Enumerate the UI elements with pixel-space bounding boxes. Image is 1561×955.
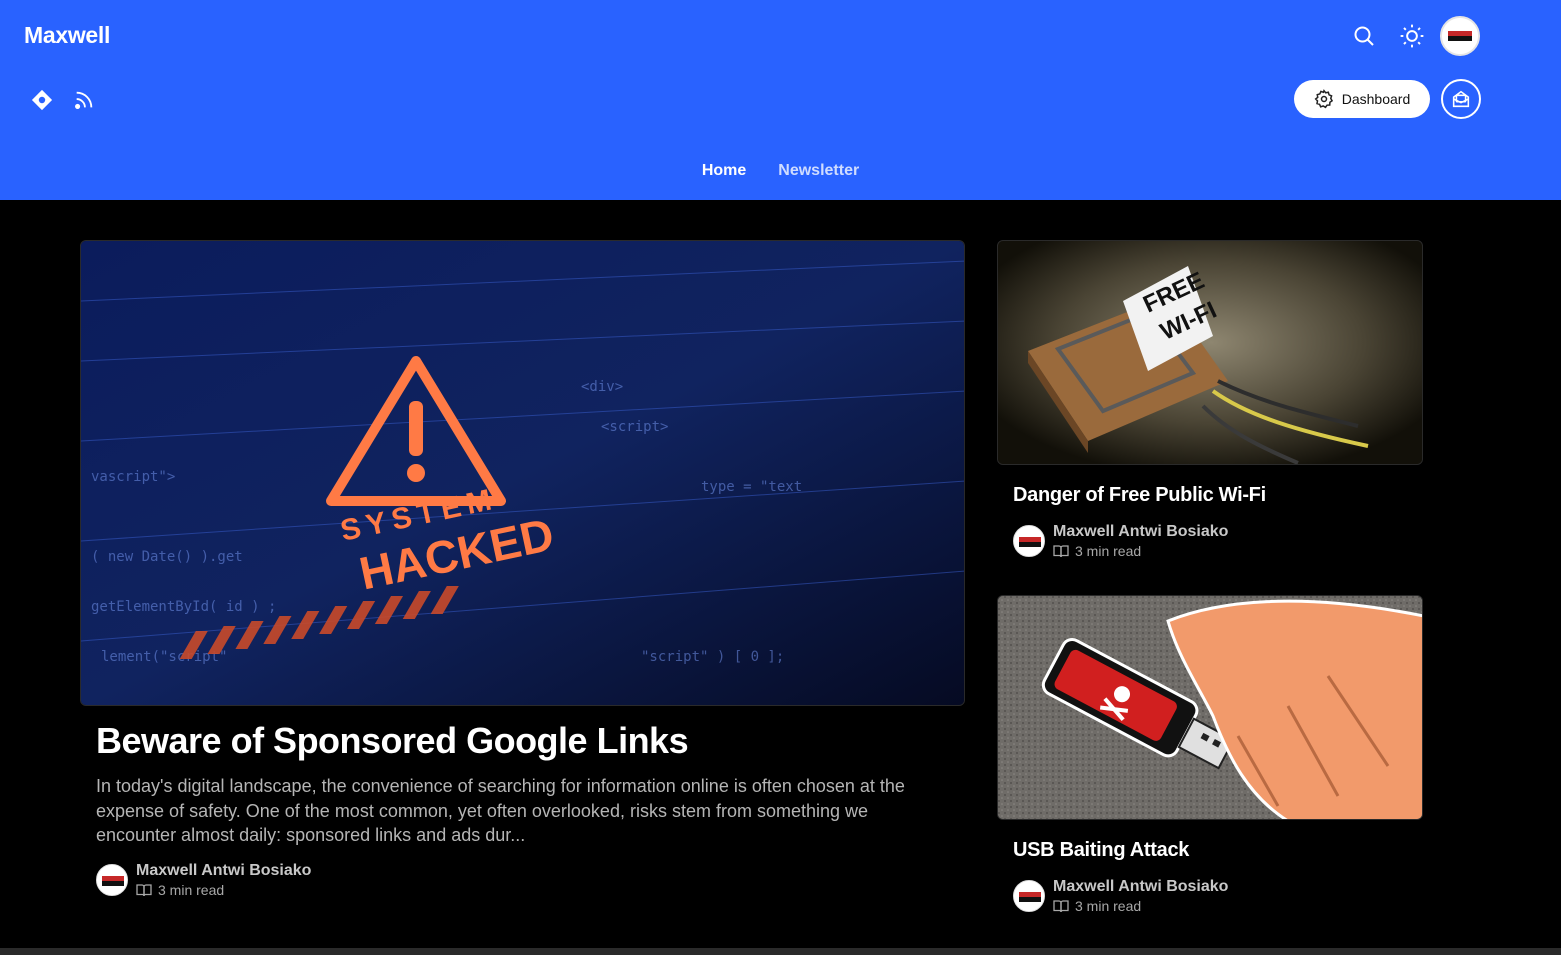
svg-text:type = "text: type = "text <box>701 479 802 495</box>
author-avatar[interactable] <box>1013 525 1045 557</box>
read-time-label: 3 min read <box>1075 898 1142 914</box>
read-time-label: 3 min read <box>158 882 225 898</box>
sun-icon[interactable] <box>1398 22 1426 50</box>
dashboard-label: Dashboard <box>1341 91 1411 107</box>
svg-text:<div>: <div> <box>581 379 623 395</box>
author-name[interactable]: Maxwell Antwi Bosiako <box>1053 878 1228 896</box>
search-icon[interactable] <box>1350 22 1378 50</box>
nav-home[interactable]: Home <box>702 162 746 180</box>
book-icon <box>136 883 152 897</box>
newsletter-icon[interactable] <box>1441 79 1481 119</box>
svg-text:<script>: <script> <box>601 419 668 435</box>
wifi-post-meta: Maxwell Antwi Bosiako 3 min read <box>1013 523 1228 559</box>
wifi-post-title[interactable]: Danger of Free Public Wi-Fi <box>1013 484 1266 507</box>
read-time: 3 min read <box>1053 543 1228 559</box>
usb-post-image[interactable] <box>997 595 1423 820</box>
nav-newsletter[interactable]: Newsletter <box>778 162 859 180</box>
gear-icon <box>1314 89 1334 109</box>
read-time: 3 min read <box>1053 898 1228 914</box>
svg-text:lement("script": lement("script" <box>101 649 227 665</box>
main-nav: Home Newsletter <box>0 162 1561 180</box>
author-avatar[interactable] <box>96 864 128 896</box>
usb-post-title[interactable]: USB Baiting Attack <box>1013 839 1189 862</box>
book-icon <box>1053 899 1069 913</box>
svg-text:"script" ) [ 0 ];: "script" ) [ 0 ]; <box>641 649 784 665</box>
featured-post-meta: Maxwell Antwi Bosiako 3 min read <box>96 862 311 898</box>
read-time-label: 3 min read <box>1075 543 1142 559</box>
wifi-post-image[interactable]: FREE WI-FI <box>997 240 1423 465</box>
featured-post-image[interactable]: vascript"> ( new Date() ).get getElement… <box>80 240 965 706</box>
author-name[interactable]: Maxwell Antwi Bosiako <box>1053 523 1228 541</box>
book-icon <box>1053 544 1069 558</box>
rss-icon[interactable] <box>72 88 96 112</box>
dashboard-button[interactable]: Dashboard <box>1294 80 1430 118</box>
usb-post-meta: Maxwell Antwi Bosiako 3 min read <box>1013 878 1228 914</box>
bottom-scroll-edge <box>0 948 1561 955</box>
svg-text:vascript">: vascript"> <box>91 469 175 485</box>
author-avatar[interactable] <box>1013 880 1045 912</box>
featured-post-excerpt: In today's digital landscape, the conven… <box>96 776 905 845</box>
featured-post-title[interactable]: Beware of Sponsored Google Links <box>96 720 689 762</box>
svg-text:( new Date() ).get: ( new Date() ).get <box>91 549 243 565</box>
site-brand[interactable]: Maxwell <box>24 22 110 49</box>
author-name[interactable]: Maxwell Antwi Bosiako <box>136 862 311 880</box>
user-avatar[interactable] <box>1440 16 1480 56</box>
read-time: 3 min read <box>136 882 311 898</box>
diamond-icon[interactable] <box>30 88 54 112</box>
site-header: Maxwell Dashboard Home Newsletter <box>0 0 1561 200</box>
svg-text:getElementById( id ) ;: getElementById( id ) ; <box>91 599 276 615</box>
